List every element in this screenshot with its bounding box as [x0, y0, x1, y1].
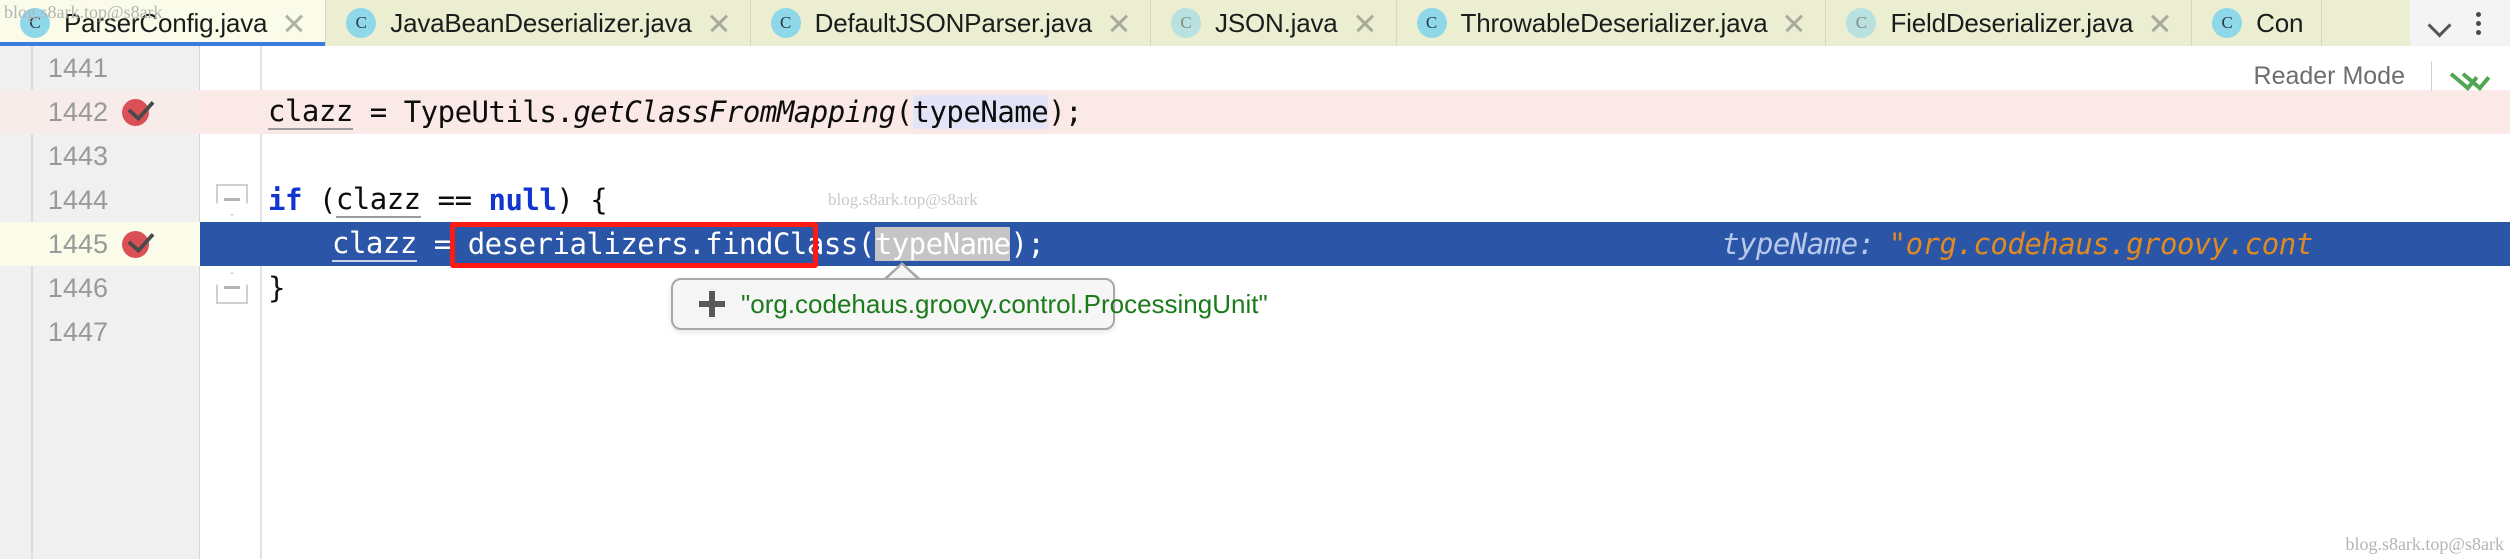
- java-class-icon: C: [346, 8, 377, 38]
- editor-tab-label: ThrowableDeserializer.java: [1460, 7, 1768, 38]
- line-number: 1443: [47, 140, 108, 171]
- token-operator: =: [352, 95, 404, 129]
- line-number: 1442: [47, 96, 108, 127]
- gutter-row[interactable]: 1445: [0, 222, 200, 266]
- editor-tab-bar: C ParserConfig.java C JavaBeanDeserializ…: [0, 0, 2510, 46]
- line-number: 1447: [47, 316, 108, 347]
- code-line-content: clazz = deserializers.findClass(typeName…: [332, 222, 1045, 266]
- line-number: 1445: [47, 228, 108, 259]
- token-tail: ) {: [556, 183, 608, 217]
- inline-debugger-hint[interactable]: typeName: "org.codehaus.groovy.cont: [1722, 222, 2313, 266]
- inline-hint-name: typeName:: [1722, 227, 1875, 261]
- value-tooltip-popup[interactable]: "org.codehaus.groovy.control.ProcessingU…: [671, 278, 1268, 330]
- token-variable: clazz: [335, 182, 421, 218]
- token-paren-close: );: [1010, 227, 1045, 261]
- close-icon[interactable]: [706, 10, 732, 36]
- close-icon[interactable]: [2147, 10, 2173, 36]
- tab-bar-controls: [2410, 0, 2510, 46]
- token-class: TypeUtils.: [403, 95, 574, 129]
- token-call-expression: deserializers.findClass: [467, 227, 859, 261]
- gutter-row[interactable]: 1446: [0, 266, 200, 310]
- token-method: getClassFromMapping: [573, 95, 896, 129]
- editor-tab-con[interactable]: C Con: [2192, 0, 2323, 46]
- token-parameter: typeName: [912, 95, 1049, 129]
- gutter-row[interactable]: 1444: [0, 178, 200, 222]
- reader-mode-label[interactable]: Reader Mode: [2254, 62, 2431, 91]
- code-line-1444[interactable]: 1444 if (clazz == null) {: [0, 178, 2510, 222]
- token-variable: clazz: [268, 94, 353, 130]
- token-keyword-null: null: [488, 183, 557, 217]
- code-line-1442[interactable]: 1442 clazz = TypeUtils. getClassFromMappi…: [0, 90, 2510, 134]
- code-line-1445[interactable]: 1445 clazz = deserializers.findClass(typ…: [0, 222, 2510, 266]
- java-class-icon: C: [1846, 8, 1877, 38]
- java-class-icon: C: [20, 8, 50, 38]
- gutter-row[interactable]: 1442: [0, 90, 200, 134]
- token-operator: ==: [420, 183, 489, 217]
- editor-tab-json[interactable]: C JSON.java: [1151, 0, 1397, 46]
- kebab-menu-icon[interactable]: [2464, 8, 2492, 38]
- line-number: 1441: [47, 52, 108, 83]
- editor-tab-fielddeserializer[interactable]: C FieldDeserializer.java: [1826, 0, 2193, 46]
- editor-tab-label: FieldDeserializer.java: [1890, 7, 2134, 38]
- code-line-1443[interactable]: 1443: [0, 134, 2510, 178]
- token-keyword-if: if: [268, 183, 302, 217]
- java-class-icon: C: [2212, 8, 2243, 38]
- editor-tab-throwabledeserializer[interactable]: C ThrowableDeserializer.java: [1396, 0, 1827, 46]
- token-operator: =: [416, 227, 468, 261]
- token-parameter: typeName: [874, 227, 1011, 261]
- editor-tab-label: ParserConfig.java: [64, 7, 268, 38]
- code-line-1441[interactable]: 1441: [0, 46, 2510, 90]
- editor-tab-defaultjsonparser[interactable]: C DefaultJSONParser.java: [750, 0, 1152, 46]
- editor-tab-label: JSON.java: [1215, 7, 1338, 38]
- double-check-icon[interactable]: [2449, 60, 2496, 92]
- fold-open-icon[interactable]: [216, 184, 248, 216]
- editor-tab-label: JavaBeanDeserializer.java: [390, 7, 692, 38]
- tooltip-value-text: "org.codehaus.groovy.control.ProcessingU…: [741, 288, 1268, 319]
- java-class-icon: C: [1416, 8, 1447, 38]
- gutter-row[interactable]: 1447: [0, 310, 200, 354]
- line-number: 1446: [47, 272, 108, 303]
- divider: [2431, 61, 2432, 91]
- reader-mode-bar: Reader Mode: [2254, 46, 2510, 106]
- token-paren-open: (: [857, 227, 875, 261]
- breakpoint-verified-icon[interactable]: [122, 225, 155, 258]
- breakpoint-verified-icon[interactable]: [122, 93, 155, 126]
- editor-tab-label: DefaultJSONParser.java: [814, 7, 1093, 38]
- close-icon[interactable]: [281, 10, 307, 36]
- code-line-content: clazz = TypeUtils. getClassFromMapping(ty…: [268, 90, 1083, 134]
- fold-close-icon[interactable]: [216, 272, 248, 304]
- chevron-down-icon[interactable]: [2424, 8, 2454, 38]
- close-icon[interactable]: [1352, 10, 1378, 36]
- token-paren-open: (: [301, 183, 336, 217]
- line-number: 1444: [47, 184, 108, 215]
- close-icon[interactable]: [1781, 10, 1807, 36]
- gutter-row[interactable]: 1441: [0, 46, 200, 90]
- gutter-row[interactable]: 1443: [0, 134, 200, 178]
- code-line-content: }: [268, 271, 285, 305]
- token-paren-open: (: [895, 95, 913, 129]
- java-class-icon: C: [1171, 8, 1202, 38]
- token-paren-close: );: [1048, 95, 1083, 129]
- inline-hint-value: "org.codehaus.groovy.cont: [1888, 227, 2314, 261]
- close-icon[interactable]: [1106, 10, 1132, 36]
- token-variable: clazz: [332, 226, 417, 262]
- editor-tab-parserconfig[interactable]: C ParserConfig.java: [0, 0, 327, 46]
- editor-tab-javabeandeserializer[interactable]: C JavaBeanDeserializer.java: [326, 0, 751, 46]
- editor-tab-label: Con: [2256, 7, 2304, 38]
- code-line-content: if (clazz == null) {: [268, 178, 608, 222]
- ide-editor-window: C ParserConfig.java C JavaBeanDeserializ…: [0, 0, 2510, 559]
- plus-icon[interactable]: [699, 291, 725, 317]
- java-class-icon: C: [770, 8, 801, 38]
